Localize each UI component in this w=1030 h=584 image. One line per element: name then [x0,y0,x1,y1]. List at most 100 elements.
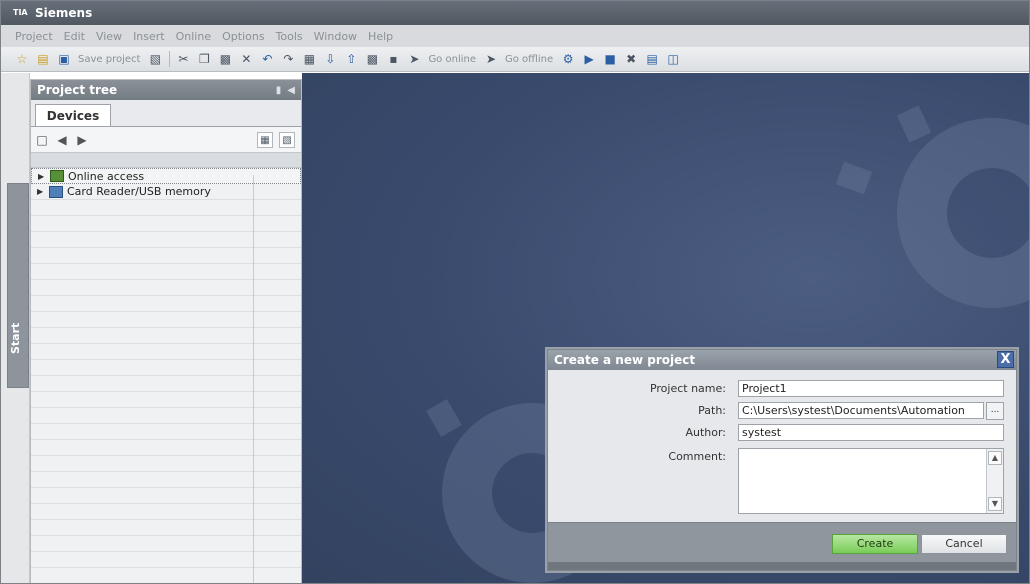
empty-row [31,408,301,424]
menu-edit[interactable]: Edit [64,30,85,43]
save-project-button[interactable]: Save project [78,54,140,65]
empty-row [31,232,301,248]
empty-row [31,264,301,280]
empty-row [31,392,301,408]
scroll-down-icon[interactable]: ▼ [988,497,1002,511]
upload-icon[interactable]: ⇧ [344,52,358,66]
empty-row [31,248,301,264]
dialog-footer-strip [548,562,1016,570]
empty-row [31,424,301,440]
empty-row [31,552,301,568]
tree-item-label: Online access [68,169,145,183]
copy-icon[interactable]: ❐ [197,52,211,66]
simulation-icon[interactable]: ▩ [365,52,379,66]
pin-panel-icon[interactable]: ▮ [276,85,282,96]
tree-item-online-access[interactable]: ▶ Online access [31,168,301,184]
empty-row [31,200,301,216]
tab-devices[interactable]: Devices [35,104,111,127]
expand-arrow-icon[interactable]: ▶ [37,187,45,196]
author-input[interactable] [738,424,1004,441]
empty-row [31,280,301,296]
collapse-panel-icon[interactable]: ◀ [287,85,295,96]
go-offline-icon[interactable]: ➤ [484,52,498,66]
scroll-up-icon[interactable]: ▲ [988,451,1002,465]
empty-row [31,312,301,328]
main-toolbar: ☆ ▤ ▣ Save project ▧ ✂ ❐ ▩ ✕ ↶ ↷ ▦ ⇩ ⇧ ▩… [1,47,1029,72]
menu-window[interactable]: Window [314,30,357,43]
empty-row [31,520,301,536]
close-dialog-button[interactable]: X [997,351,1014,368]
comment-scrollbar[interactable]: ▲ ▼ [986,449,1003,513]
go-online-icon[interactable]: ➤ [407,52,421,66]
delete-icon[interactable]: ✕ [239,52,253,66]
redo-icon[interactable]: ↷ [281,52,295,66]
menu-project[interactable]: Project [15,30,53,43]
tia-logo-icon: TIA [13,8,28,17]
stop-cpu-icon[interactable]: ■ [603,52,617,66]
menu-help[interactable]: Help [368,30,393,43]
cut-icon[interactable]: ✂ [176,52,190,66]
menu-tools[interactable]: Tools [276,30,303,43]
comment-label: Comment: [668,450,726,463]
menu-view[interactable]: View [96,30,122,43]
empty-row [31,376,301,392]
print-icon[interactable]: ▧ [148,52,162,66]
dialog-title-bar: Create a new project X [548,350,1016,370]
browse-button[interactable]: ... [986,402,1004,420]
tree-column-divider [253,175,254,583]
open-project-icon[interactable]: ▤ [36,52,50,66]
accessible-devices-icon[interactable]: ⚙ [561,52,575,66]
split-vertical-icon[interactable]: ◫ [666,52,680,66]
tree-column-header [31,152,301,168]
project-tree-header: Project tree ▮ ◀ [31,80,301,100]
create-project-dialog: Create a new project X Project name: Pat… [547,349,1017,571]
paste-icon[interactable]: ▩ [218,52,232,66]
menu-online[interactable]: Online [176,30,211,43]
new-project-icon[interactable]: ☆ [15,52,29,66]
forward-icon[interactable]: ▶ [75,133,89,147]
start-tab[interactable]: Start [7,183,29,388]
empty-row [31,536,301,552]
empty-row [31,504,301,520]
title-bar: TIA Siemens [1,1,1029,25]
project-name-label: Project name: [649,382,726,395]
empty-row [31,296,301,312]
start-cpu-icon[interactable]: ▶ [582,52,596,66]
start-label: Start [9,322,22,354]
expand-arrow-icon[interactable]: ▶ [38,172,46,181]
card-reader-icon [49,185,63,198]
tree-item-card-reader[interactable]: ▶ Card Reader/USB memory [31,184,301,200]
go-online-button[interactable]: Go online [428,54,476,65]
save-project-icon[interactable]: ▣ [57,52,71,66]
project-name-input[interactable] [738,380,1004,397]
empty-row [31,456,301,472]
download-icon[interactable]: ⇩ [323,52,337,66]
window-title: Siemens [35,6,93,20]
go-offline-button[interactable]: Go offline [505,54,553,65]
device-icon[interactable]: ▪ [386,52,400,66]
toolbar-divider [169,51,171,67]
menu-options[interactable]: Options [222,30,264,43]
tree-list: ▶ Online access ▶ Card Reader/USB memory [31,168,301,200]
path-input[interactable] [738,402,984,419]
portal-strip: Start [1,73,30,583]
empty-row [31,488,301,504]
close-editor-icon[interactable]: ✖ [624,52,638,66]
compile-icon[interactable]: ▦ [302,52,316,66]
back-icon[interactable]: ◀ [55,133,69,147]
split-horizontal-icon[interactable]: ▤ [645,52,659,66]
cancel-button[interactable]: Cancel [921,534,1007,554]
create-button[interactable]: Create [832,534,918,554]
dialog-body: Project name: Path: ... Author: Comment:… [548,370,1016,522]
comment-textarea[interactable]: ▲ ▼ [738,448,1004,514]
author-label: Author: [685,426,726,439]
app-window: TIA Siemens Project Edit View Insert Onl… [0,0,1030,584]
overview-icon[interactable]: ▦ [257,132,273,148]
undo-icon[interactable]: ↶ [260,52,274,66]
dialog-title: Create a new project [554,353,696,367]
details-icon[interactable]: ▧ [279,132,295,148]
menu-insert[interactable]: Insert [133,30,165,43]
project-tree-title: Project tree [37,83,118,97]
add-new-icon[interactable]: □ [35,133,49,147]
tree-item-label: Card Reader/USB memory [67,185,211,198]
